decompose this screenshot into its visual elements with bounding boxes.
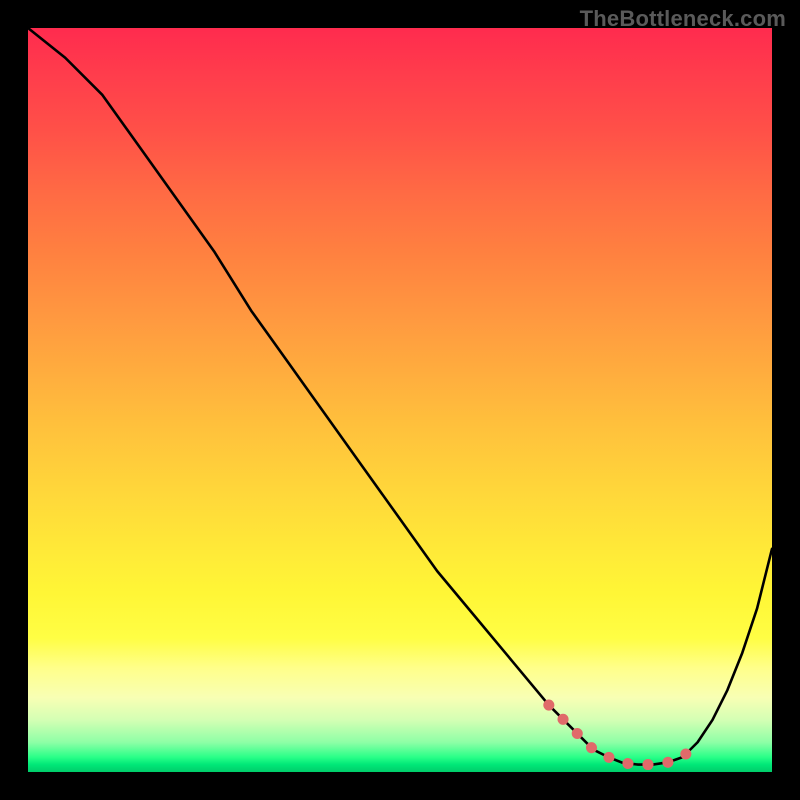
plot-area	[28, 28, 772, 772]
curve-svg	[28, 28, 772, 772]
watermark-text: TheBottleneck.com	[580, 6, 786, 32]
bottleneck-curve-path	[28, 28, 772, 765]
chart-container: TheBottleneck.com	[0, 0, 800, 800]
optimal-zone-dotted	[549, 705, 698, 765]
